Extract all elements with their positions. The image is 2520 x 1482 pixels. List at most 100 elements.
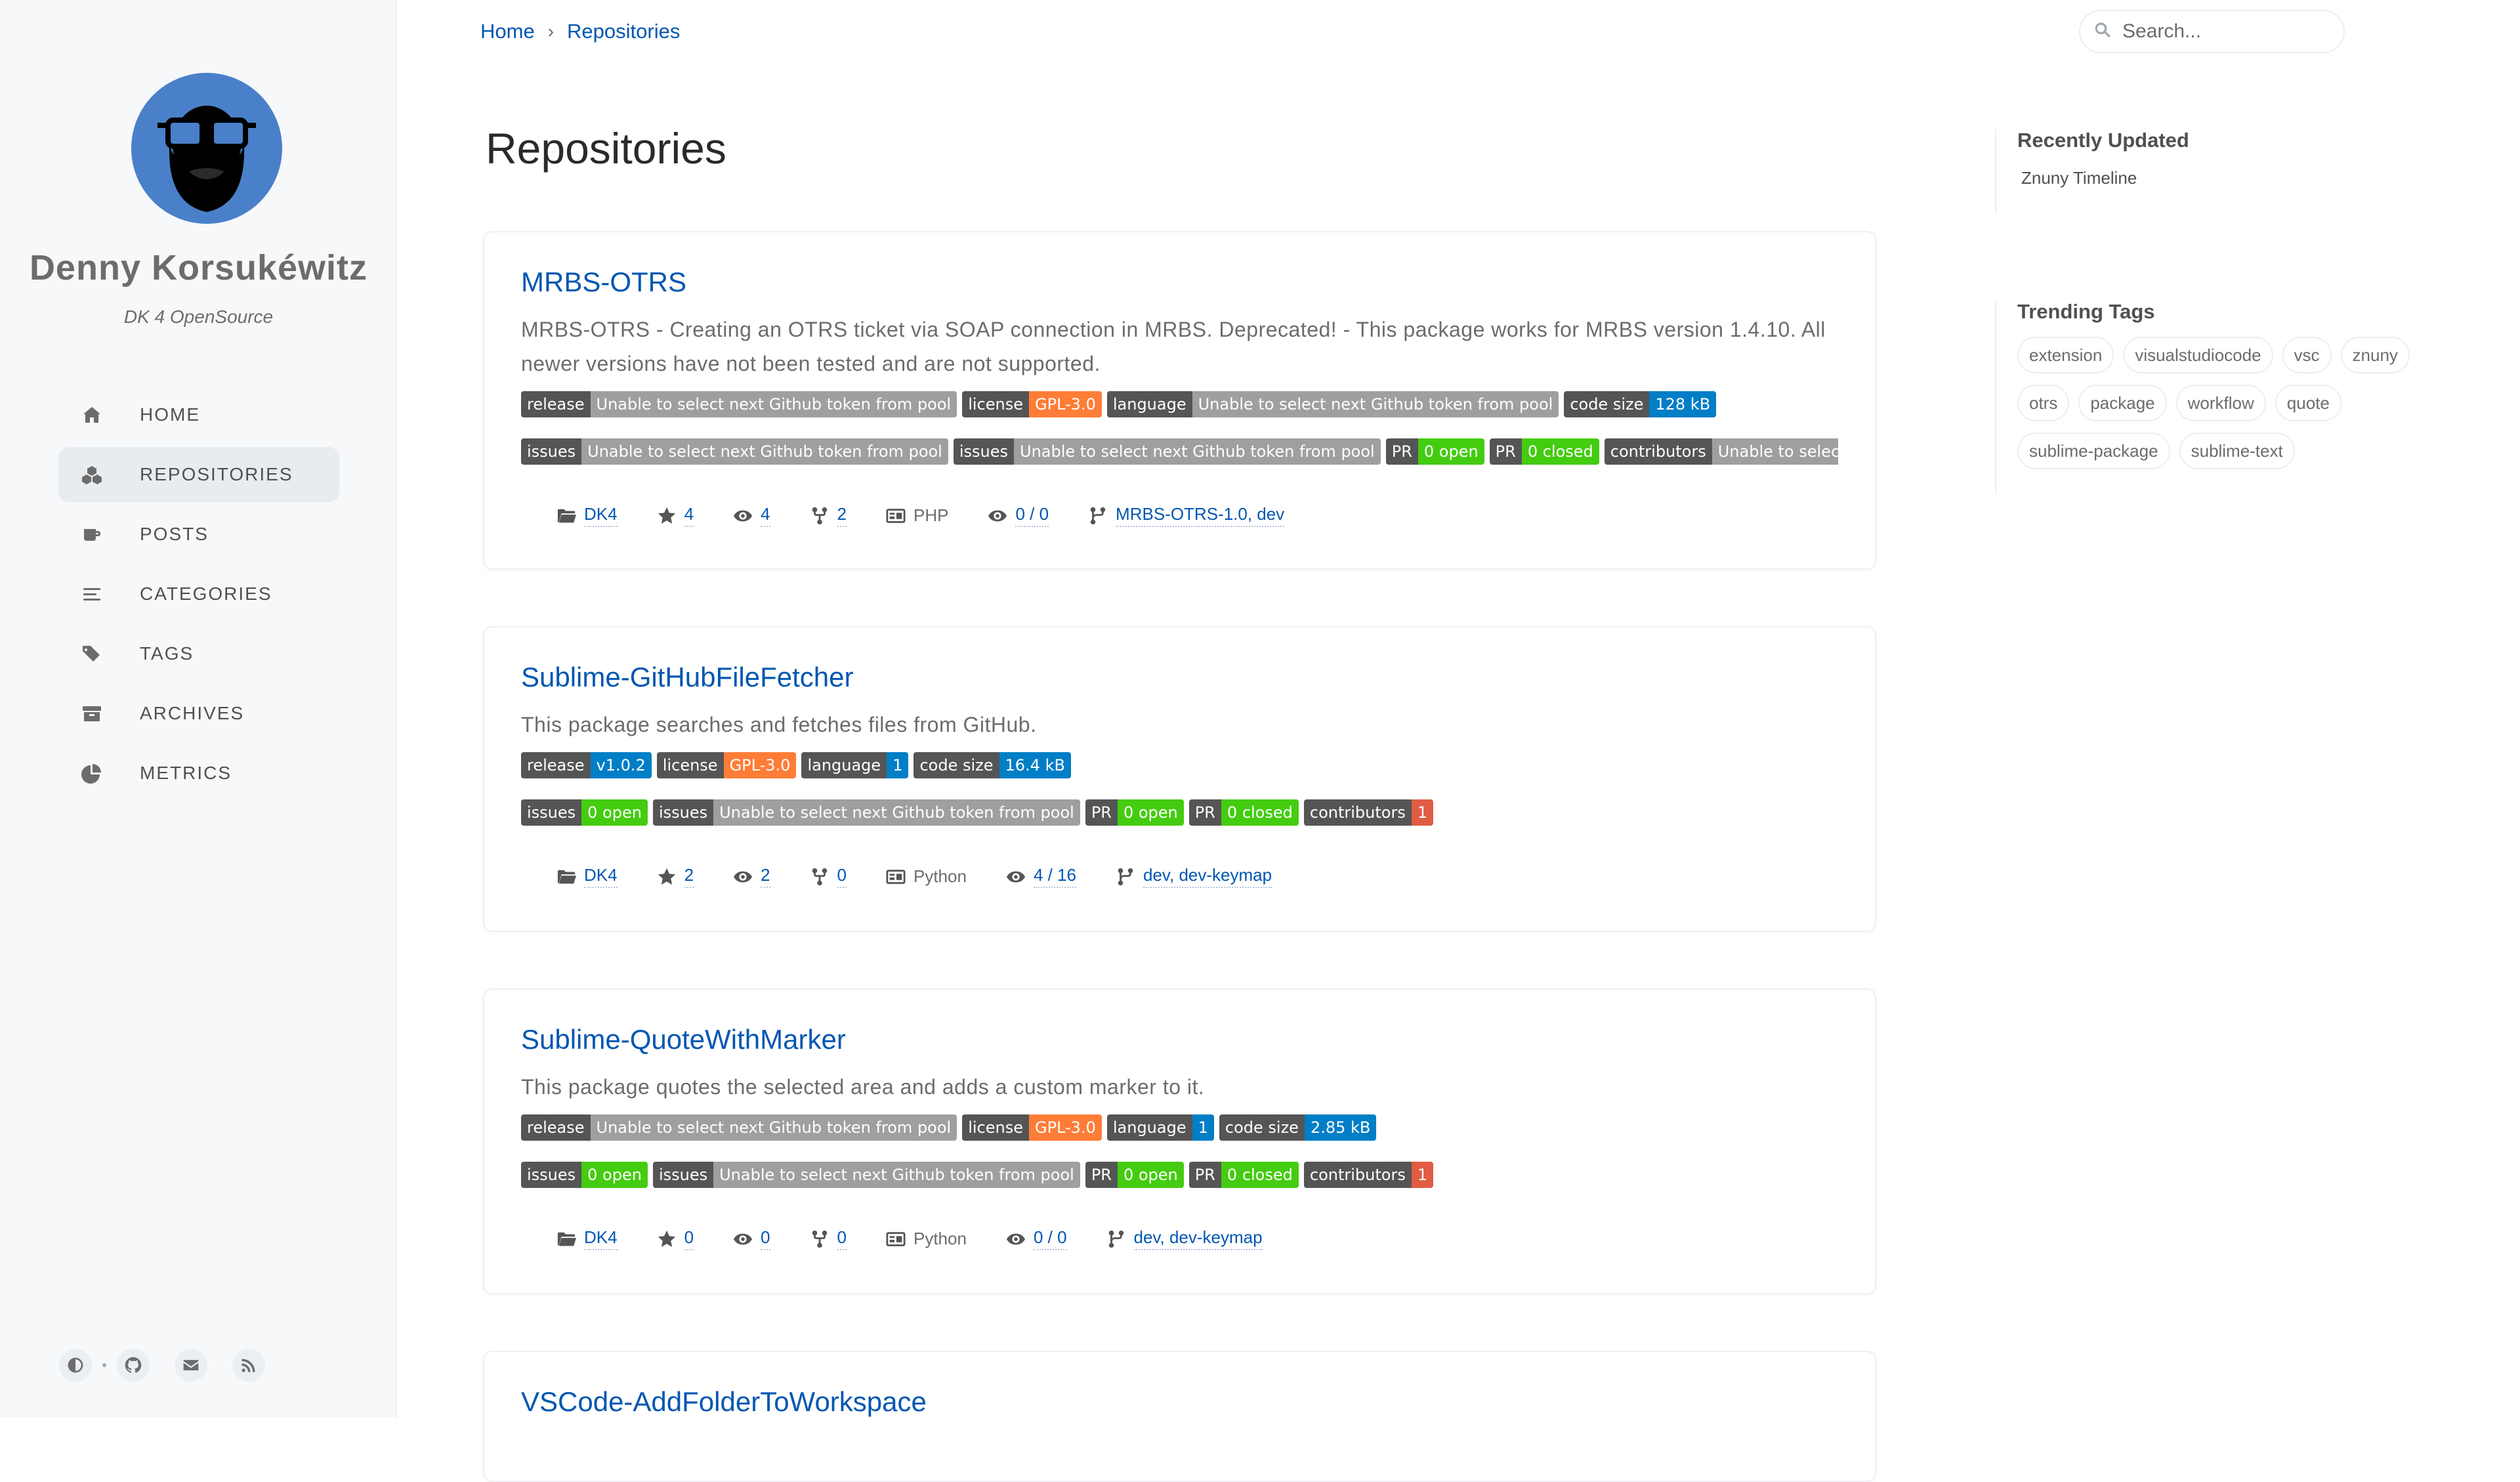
badge-value: Unable to select next Github token from … <box>590 391 957 417</box>
repo-meta: DK4 2 2 0 Python 4 / 16 dev, dev-keymap <box>521 865 1838 888</box>
shield-badge[interactable]: release Unable to select next Github toke… <box>521 391 957 417</box>
archive-icon <box>80 702 104 725</box>
shield-badge[interactable]: contributors 1 <box>1303 799 1434 826</box>
search-box[interactable] <box>2079 10 2345 53</box>
tag-pill[interactable]: sublime-text <box>2179 433 2295 469</box>
shield-badge[interactable]: PR 0 open <box>1085 1162 1184 1188</box>
badge-value: GPL-3.0 <box>723 752 797 778</box>
tag-pill[interactable]: package <box>2078 385 2167 421</box>
shield-badge[interactable]: issues 0 open <box>521 1162 648 1188</box>
sidebar-item-metrics[interactable]: METRICS <box>58 746 339 801</box>
shield-badge[interactable]: contributorsUnable to select next Github… <box>1604 438 1838 465</box>
badge-row: issues 0 open issues Unable to select next … <box>521 1162 1838 1188</box>
badge-value: 0 open <box>1117 799 1184 826</box>
repo-views[interactable]: 0 / 0 <box>988 504 1049 527</box>
shield-badge[interactable]: language Unable to select next Github tok… <box>1106 391 1559 417</box>
repo-stars[interactable]: 4 <box>657 504 694 527</box>
tag-pill[interactable]: vsc <box>2282 337 2332 373</box>
shield-badge[interactable]: release v1.0.2 <box>521 752 652 778</box>
shield-badge[interactable]: PR 0 open <box>1085 799 1184 826</box>
theme-toggle-icon[interactable] <box>59 1349 92 1382</box>
sidebar-item-tags[interactable]: TAGS <box>58 626 339 681</box>
tag-pill[interactable]: otrs <box>2017 385 2070 421</box>
repo-owner[interactable]: DK4 <box>556 1227 618 1250</box>
tag-pill[interactable]: workflow <box>2175 385 2266 421</box>
repo-forks[interactable]: 2 <box>810 504 847 527</box>
shield-badge[interactable]: PR 0 closed <box>1188 1162 1299 1188</box>
repo-watchers[interactable]: 4 <box>733 504 770 527</box>
github-icon[interactable] <box>117 1349 150 1382</box>
shield-badge[interactable]: license GPL-3.0 <box>962 391 1102 417</box>
sidebar-item-label: TAGS <box>140 643 194 664</box>
repo-title-link[interactable]: Sublime-QuoteWithMarker <box>521 1024 1838 1055</box>
badge-value: 128 kB <box>1649 391 1717 417</box>
trending-tags-panel: Trending Tags extension visualstudiocode v… <box>1995 300 2437 494</box>
shield-badge[interactable]: PR 0 closed <box>1489 438 1599 465</box>
repo-stars[interactable]: 2 <box>657 865 694 888</box>
repo-stars[interactable]: 0 <box>657 1227 694 1250</box>
shield-badge[interactable]: issues 0 open <box>521 799 648 826</box>
shield-badge[interactable]: language 1 <box>1106 1114 1214 1141</box>
breadcrumb-home-link[interactable]: Home <box>480 20 535 43</box>
tag-pill[interactable]: sublime-package <box>2017 433 2170 469</box>
shield-badge[interactable]: issues Unable to select next Github token… <box>521 438 948 465</box>
repo-title-link[interactable]: Sublime-GitHubFileFetcher <box>521 662 1838 693</box>
repo-branches-value: dev, dev-keymap <box>1143 865 1272 888</box>
sidebar-item-categories[interactable]: CATEGORIES <box>58 566 339 622</box>
shield-badge[interactable]: code size 2.85 kB <box>1219 1114 1377 1141</box>
repo-forks[interactable]: 0 <box>810 865 847 888</box>
shield-badge[interactable]: release Unable to select next Github toke… <box>521 1114 957 1141</box>
repo-title-link[interactable]: MRBS-OTRS <box>521 266 1838 298</box>
shield-badge[interactable]: license GPL-3.0 <box>962 1114 1102 1141</box>
repo-stars-value: 0 <box>684 1227 694 1250</box>
tag-pill[interactable]: extension <box>2017 337 2114 373</box>
shield-badge[interactable]: code size 16.4 kB <box>914 752 1071 778</box>
repo-watchers[interactable]: 0 <box>733 1227 770 1250</box>
badge-value: Unable to select next Github token from … <box>1014 438 1381 465</box>
repo-forks[interactable]: 0 <box>810 1227 847 1250</box>
repo-branches[interactable]: dev, dev-keymap <box>1106 1227 1263 1250</box>
shield-badge[interactable]: issues Unable to select next Github token… <box>652 799 1080 826</box>
tag-pill[interactable]: visualstudiocode <box>2123 337 2273 373</box>
repo-owner[interactable]: DK4 <box>556 865 618 888</box>
shield-badge[interactable]: PR 0 open <box>1385 438 1484 465</box>
search-input[interactable] <box>2122 20 2332 43</box>
shield-badge[interactable]: code size 128 kB <box>1564 391 1717 417</box>
rss-icon[interactable] <box>232 1349 265 1382</box>
sidebar-item-repositories[interactable]: REPOSITORIES <box>58 447 339 502</box>
badge-label: PR <box>1188 1162 1221 1188</box>
repo-forks-icon <box>812 868 827 885</box>
shield-badge[interactable]: issues Unable to select next Github token… <box>953 438 1381 465</box>
shield-badge[interactable]: PR 0 closed <box>1188 799 1299 826</box>
badge-value: 0 open <box>581 1162 648 1188</box>
recently-updated-item[interactable]: Znuny Timeline <box>2017 168 2189 188</box>
shield-badge[interactable]: contributors 1 <box>1303 1162 1434 1188</box>
repo-language: PHP <box>886 505 948 526</box>
shield-badge[interactable]: language 1 <box>801 752 909 778</box>
badge-label: issues <box>652 1162 714 1188</box>
shield-badge[interactable]: issues Unable to select next Github token… <box>652 1162 1080 1188</box>
repo-branches[interactable]: dev, dev-keymap <box>1116 865 1272 888</box>
sidebar-item-home[interactable]: HOME <box>58 387 339 442</box>
repo-views-icon <box>1006 871 1025 882</box>
repo-views[interactable]: 4 / 16 <box>1006 865 1076 888</box>
badge-value: v1.0.2 <box>590 752 652 778</box>
repo-title-link[interactable]: VSCode-AddFolderToWorkspace <box>521 1386 1838 1418</box>
repo-watchers[interactable]: 2 <box>733 865 770 888</box>
repo-branches[interactable]: MRBS-OTRS-1.0, dev <box>1088 504 1285 527</box>
shield-badge[interactable]: license GPL-3.0 <box>656 752 797 778</box>
repo-watchers-value: 4 <box>761 504 770 527</box>
sidebar-item-posts[interactable]: POSTS <box>58 507 339 562</box>
repo-forks-value: 0 <box>837 1227 847 1250</box>
avatar[interactable] <box>131 73 282 224</box>
site-title[interactable]: Denny Korsukéwitz <box>0 247 397 288</box>
tag-pill[interactable]: znuny <box>2340 337 2410 373</box>
sidebar-item-archives[interactable]: ARCHIVES <box>58 686 339 741</box>
badge-label: license <box>962 391 1029 417</box>
repo-views[interactable]: 0 / 0 <box>1006 1227 1067 1250</box>
email-icon[interactable] <box>175 1349 207 1382</box>
tag-pill[interactable]: quote <box>2275 385 2342 421</box>
sidebar-item-label: POSTS <box>140 524 209 544</box>
repo-owner[interactable]: DK4 <box>556 504 618 527</box>
repo-branches-value: dev, dev-keymap <box>1133 1227 1263 1250</box>
